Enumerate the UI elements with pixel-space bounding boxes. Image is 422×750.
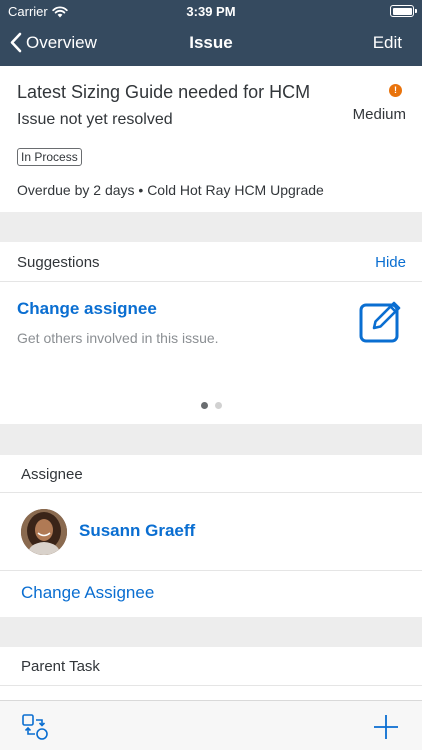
issue-header: Latest Sizing Guide needed for HCM Issue… [0,66,422,212]
status-badge: In Process [17,148,82,166]
navigation-bar: Overview Issue Edit [0,22,422,66]
suggestions-section: Suggestions Hide Change assignee Get oth… [0,242,422,424]
change-assignee-link[interactable]: Change Assignee [21,583,154,603]
page-indicator[interactable] [0,402,422,409]
suggestion-description: Get others involved in this issue. [17,330,219,346]
suggestion-title[interactable]: Change assignee [17,299,157,319]
assignee-section: Assignee Susann Graeff Change Assignee [0,455,422,617]
bottom-toolbar [0,700,422,750]
priority-label: Medium [352,106,406,123]
workflow-icon[interactable] [21,713,49,741]
battery-icon [390,5,417,17]
status-time: 3:39 PM [186,4,236,19]
edit-button[interactable]: Edit [373,33,402,53]
parent-task-heading: Parent Task [21,658,100,675]
chevron-left-icon [10,32,22,53]
assignee-name: Susann Graeff [79,521,196,540]
issue-title: Latest Sizing Guide needed for HCM [17,82,311,102]
assignee-row[interactable]: Susann Graeff [0,493,422,571]
issue-subtitle: Issue not yet resolved [17,111,173,128]
suggestions-header: Suggestions Hide [0,242,422,282]
edit-icon[interactable] [358,298,404,344]
divider [0,685,422,686]
back-button[interactable]: Overview [10,32,97,53]
status-bar: Carrier 3:39 PM [0,0,422,22]
assignee-heading: Assignee [21,466,83,483]
priority-warning-icon: ! [389,84,402,97]
parent-task-section: Parent Task [0,647,422,700]
avatar [21,509,67,555]
page-dot-2 [214,402,222,409]
back-label: Overview [26,32,97,52]
page-dot-1 [200,402,208,409]
add-icon[interactable] [372,713,400,741]
issue-meta: Overdue by 2 days • Cold Hot Ray HCM Upg… [17,182,324,198]
assignee-header: Assignee [0,455,422,493]
hide-suggestions-button[interactable]: Hide [375,254,406,271]
suggestions-heading: Suggestions [17,254,100,271]
